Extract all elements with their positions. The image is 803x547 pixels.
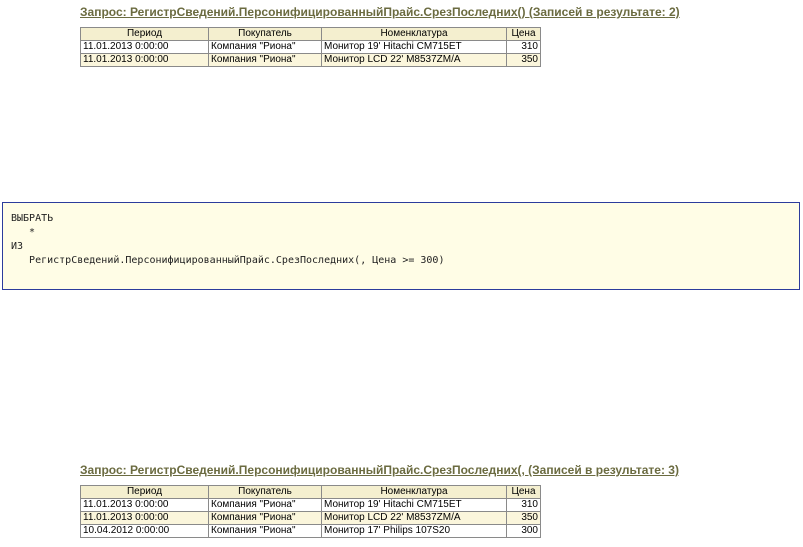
- cell-item: Монитор LCD 22' M8537ZM/A: [321, 511, 507, 525]
- cell-price: 310: [506, 40, 541, 54]
- code-line: ИЗ: [11, 241, 24, 252]
- cell-period: 11.01.2013 0:00:00: [80, 498, 209, 512]
- results-table: Период Покупатель Номенклатура Цена 11.0…: [80, 485, 541, 538]
- column-header-buyer[interactable]: Покупатель: [208, 27, 322, 41]
- cell-period: 10.04.2012 0:00:00: [80, 524, 209, 538]
- table-row[interactable]: 11.01.2013 0:00:00 Компания "Риона" Мони…: [80, 40, 541, 54]
- cell-price: 300: [506, 524, 541, 538]
- table-row[interactable]: 11.01.2013 0:00:00 Компания "Риона" Мони…: [80, 498, 541, 512]
- column-header-period[interactable]: Период: [80, 485, 209, 499]
- query-result-2: Запрос: РегистрСведений.Персонифицирован…: [80, 463, 679, 538]
- cell-item: Монитор 17' Philips 107S20: [321, 524, 507, 538]
- results-table: Период Покупатель Номенклатура Цена 11.0…: [80, 27, 541, 67]
- query-result-1: Запрос: РегистрСведений.Персонифицирован…: [80, 5, 680, 67]
- column-header-price[interactable]: Цена: [506, 27, 541, 41]
- cell-period: 11.01.2013 0:00:00: [80, 53, 209, 67]
- table-header-row: Период Покупатель Номенклатура Цена: [80, 27, 541, 41]
- cell-buyer: Компания "Риона": [208, 40, 322, 54]
- cell-item: Монитор 19' Hitachi CM715ET: [321, 498, 507, 512]
- cell-buyer: Компания "Риона": [208, 53, 322, 67]
- column-header-period[interactable]: Период: [80, 27, 209, 41]
- query-title[interactable]: Запрос: РегистрСведений.Персонифицирован…: [80, 5, 680, 21]
- code-line: ВЫБРАТЬ: [11, 213, 54, 224]
- code-line: РегистрСведений.ПерсонифицированныйПрайс…: [11, 255, 445, 266]
- cell-period: 11.01.2013 0:00:00: [80, 511, 209, 525]
- table-row[interactable]: 10.04.2012 0:00:00 Компания "Риона" Мони…: [80, 524, 541, 538]
- cell-item: Монитор 19' Hitachi CM715ET: [321, 40, 507, 54]
- cell-buyer: Компания "Риона": [208, 498, 322, 512]
- cell-price: 350: [506, 511, 541, 525]
- column-header-price[interactable]: Цена: [506, 485, 541, 499]
- column-header-item[interactable]: Номенклатура: [321, 27, 507, 41]
- column-header-item[interactable]: Номенклатура: [321, 485, 507, 499]
- table-row[interactable]: 11.01.2013 0:00:00 Компания "Риона" Мони…: [80, 53, 541, 67]
- code-line: *: [11, 227, 36, 238]
- column-header-buyer[interactable]: Покупатель: [208, 485, 322, 499]
- query-title[interactable]: Запрос: РегистрСведений.Персонифицирован…: [80, 463, 679, 479]
- cell-price: 310: [506, 498, 541, 512]
- cell-price: 350: [506, 53, 541, 67]
- cell-buyer: Компания "Риона": [208, 524, 322, 538]
- cell-period: 11.01.2013 0:00:00: [80, 40, 209, 54]
- query-text-box[interactable]: ВЫБРАТЬ * ИЗ РегистрСведений.Персонифици…: [2, 202, 800, 290]
- cell-item: Монитор LCD 22' M8537ZM/A: [321, 53, 507, 67]
- table-header-row: Период Покупатель Номенклатура Цена: [80, 485, 541, 499]
- table-row[interactable]: 11.01.2013 0:00:00 Компания "Риона" Мони…: [80, 511, 541, 525]
- cell-buyer: Компания "Риона": [208, 511, 322, 525]
